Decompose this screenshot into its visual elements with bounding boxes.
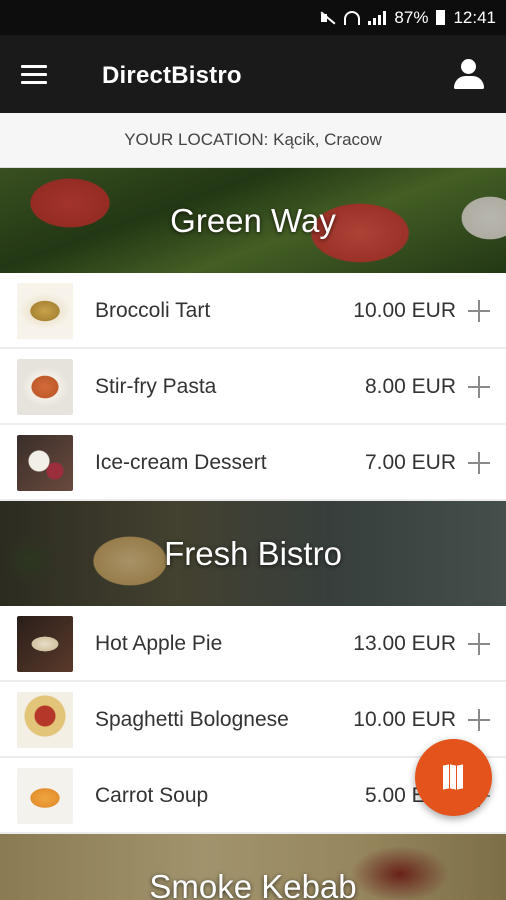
restaurant-banner[interactable]: Smoke Kebab bbox=[0, 834, 506, 900]
dish-thumbnail bbox=[17, 283, 73, 339]
map-button[interactable] bbox=[415, 739, 492, 816]
menu-item[interactable]: Stir-fry Pasta 8.00 EUR bbox=[0, 349, 506, 425]
app-bar: DirectBistro bbox=[0, 35, 506, 113]
dish-name: Stir-fry Pasta bbox=[95, 375, 217, 398]
dish-name: Hot Apple Pie bbox=[95, 632, 223, 655]
map-icon bbox=[443, 764, 465, 790]
status-bar: 87% 12:41 bbox=[0, 0, 506, 35]
dish-thumbnail bbox=[17, 435, 73, 491]
dish-price: 7.00 EUR bbox=[364, 451, 456, 474]
dish-thumbnail bbox=[17, 616, 73, 672]
add-to-cart-icon[interactable] bbox=[468, 300, 490, 322]
wifi-icon bbox=[344, 10, 361, 25]
menu-item[interactable]: Ice-cream Dessert 7.00 EUR bbox=[0, 425, 506, 501]
dish-thumbnail bbox=[17, 359, 73, 415]
app-title: DirectBistro bbox=[102, 62, 242, 89]
restaurant-name: Smoke Kebab bbox=[149, 867, 357, 900]
restaurant-name: Fresh Bistro bbox=[164, 534, 342, 572]
dish-name: Carrot Soup bbox=[95, 784, 209, 807]
status-icons: 87% 12:41 bbox=[320, 0, 496, 35]
add-to-cart-icon[interactable] bbox=[468, 633, 490, 655]
menu-icon[interactable] bbox=[14, 57, 54, 91]
mute-icon bbox=[320, 11, 336, 25]
dish-name: Broccoli Tart bbox=[95, 299, 211, 322]
clock: 12:41 bbox=[453, 7, 496, 27]
dish-price: 10.00 EUR bbox=[353, 299, 456, 322]
battery-icon bbox=[436, 10, 446, 25]
dish-name: Ice-cream Dessert bbox=[95, 451, 267, 474]
dish-thumbnail bbox=[17, 768, 73, 824]
dish-name: Spaghetti Bolognese bbox=[95, 708, 289, 731]
restaurant-banner[interactable]: Fresh Bistro bbox=[0, 501, 506, 606]
add-to-cart-icon[interactable] bbox=[468, 452, 490, 474]
signal-icon bbox=[368, 10, 387, 25]
dish-price: 8.00 EUR bbox=[364, 375, 456, 398]
dish-thumbnail bbox=[17, 692, 73, 748]
menu-item[interactable]: Hot Apple Pie 13.00 EUR bbox=[0, 606, 506, 682]
dish-price: 10.00 EUR bbox=[353, 708, 456, 731]
restaurant-name: Green Way bbox=[170, 201, 336, 239]
dish-price: 13.00 EUR bbox=[353, 632, 456, 655]
account-icon[interactable] bbox=[452, 57, 486, 91]
battery-percent: 87% bbox=[394, 7, 429, 27]
location-bar[interactable]: YOUR LOCATION: Kącik, Cracow bbox=[0, 113, 506, 168]
add-to-cart-icon[interactable] bbox=[468, 709, 490, 731]
restaurant-banner[interactable]: Green Way bbox=[0, 168, 506, 273]
menu-item[interactable]: Broccoli Tart 10.00 EUR bbox=[0, 273, 506, 349]
add-to-cart-icon[interactable] bbox=[468, 376, 490, 398]
